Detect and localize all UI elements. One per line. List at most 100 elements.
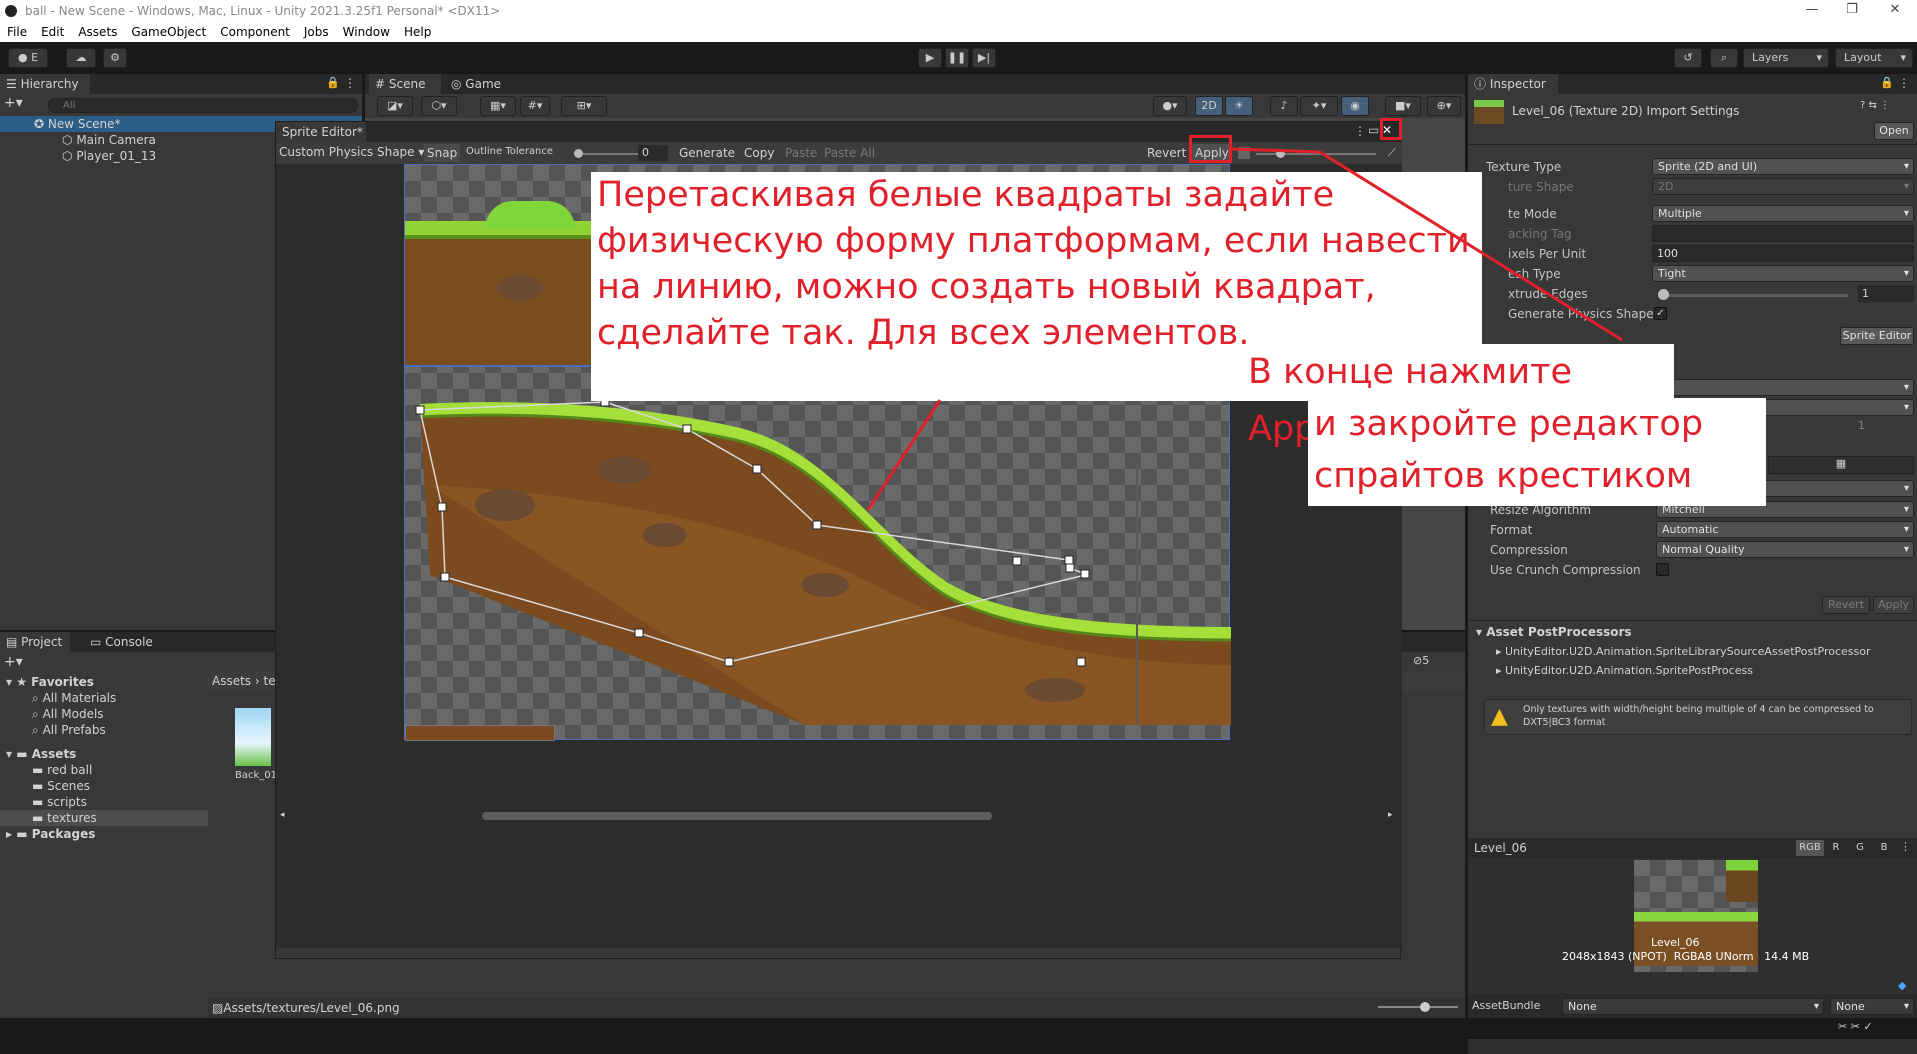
shading-icon[interactable]: ●▾ <box>1153 96 1187 116</box>
compression-dropdown[interactable]: Normal Quality <box>1656 541 1914 558</box>
more-icon[interactable]: ⋮ <box>1900 840 1911 853</box>
folder-item[interactable]: ▬ Scenes <box>0 778 208 794</box>
channel-r-button[interactable]: R <box>1826 840 1846 856</box>
outline-tolerance-input[interactable]: 0 <box>638 145 668 161</box>
history-icon[interactable]: ↺ <box>1674 48 1702 68</box>
scroll-right-icon[interactable]: ▸ <box>1388 810 1393 820</box>
assets-header[interactable]: ▾ ▬ Assets <box>0 746 208 762</box>
help-icon[interactable]: ? ⇆ ⋮ <box>1860 100 1890 111</box>
hierarchy-search-input[interactable]: All <box>48 98 358 113</box>
crunch-compression-checkbox[interactable] <box>1656 563 1669 576</box>
grid-snap-icon[interactable]: ▦▾ <box>480 96 516 116</box>
close-window-icon[interactable]: ✕ <box>1875 0 1915 22</box>
open-button[interactable]: Open <box>1874 122 1914 140</box>
audio-icon[interactable]: ♪ <box>1270 96 1298 116</box>
cube-icon[interactable]: ⬡▾ <box>421 96 457 116</box>
menu-window[interactable]: Window <box>336 25 397 39</box>
scroll-left-icon[interactable]: ◂ <box>280 810 285 820</box>
channel-g-button[interactable]: G <box>1850 840 1870 856</box>
layout-dropdown[interactable]: Layout ▾ <box>1835 48 1913 68</box>
label-tag-icon[interactable]: ◆ <box>1898 979 1906 992</box>
tab-console[interactable]: ▭ Console <box>84 632 164 652</box>
favorite-item[interactable]: ⌕ All Prefabs <box>0 722 208 738</box>
platform-tab-windows[interactable]: ▦ <box>1768 456 1914 474</box>
more-icon[interactable]: ⋮ <box>1898 76 1910 90</box>
inspector-apply-button[interactable]: Apply <box>1873 596 1914 614</box>
assetbundle-variant-dropdown[interactable]: None <box>1830 998 1914 1015</box>
maximize-icon[interactable]: ▭ <box>1368 123 1379 137</box>
search-icon[interactable]: ⌕ <box>1710 48 1738 68</box>
pause-button[interactable]: ❚❚ <box>945 48 969 68</box>
texture-shape-dropdown[interactable]: 2D <box>1652 178 1914 195</box>
visibility-icon[interactable]: ◉ <box>1341 96 1369 116</box>
lock-icon[interactable]: 🔒 <box>326 76 340 89</box>
tab-inspector[interactable]: ⓘ Inspector <box>1468 74 1558 94</box>
mode-dropdown[interactable]: Custom Physics Shape ▾ <box>276 143 427 161</box>
play-button[interactable]: ▶ <box>918 48 942 68</box>
breadcrumb-assets[interactable]: Assets <box>212 674 251 688</box>
snap-toggle[interactable]: Snap <box>424 144 461 162</box>
zoom-slider-handle[interactable] <box>1276 149 1285 158</box>
copy-button[interactable]: Copy <box>741 144 777 162</box>
pixels-per-unit-input[interactable]: 100 <box>1652 245 1914 262</box>
favorite-item[interactable]: ⌕ All Models <box>0 706 208 722</box>
zoom-slider[interactable] <box>1378 1006 1458 1008</box>
collab-icon[interactable]: ⚙ <box>103 48 127 68</box>
asset-thumbnail[interactable] <box>235 708 271 766</box>
increment-snap-icon[interactable]: ⊞▾ <box>561 96 607 116</box>
cloud-icon[interactable]: ☁ <box>66 48 96 68</box>
paste-all-button[interactable]: Paste All <box>821 144 878 162</box>
postprocessor-item[interactable]: ▸ UnityEditor.U2D.Animation.SpriteLibrar… <box>1496 645 1871 658</box>
more-icon[interactable]: ⋮ <box>344 76 356 90</box>
tab-hierarchy[interactable]: ☰ Hierarchy <box>0 74 90 94</box>
status-icons[interactable]: ✂ ✂ ✓ <box>1838 1020 1873 1033</box>
camera-icon[interactable]: ■▾ <box>1385 96 1421 116</box>
extrude-edges-handle[interactable] <box>1658 289 1669 300</box>
horizontal-scrollbar[interactable] <box>482 812 992 820</box>
project-add-button[interactable]: +▾ <box>4 654 23 670</box>
menu-edit[interactable]: Edit <box>34 25 71 39</box>
outline-tolerance-handle[interactable] <box>574 149 583 158</box>
favorite-item[interactable]: ⌕ All Materials <box>0 690 208 706</box>
folder-item-selected[interactable]: ▬ textures <box>0 810 208 826</box>
menu-help[interactable]: Help <box>397 25 438 39</box>
paste-button[interactable]: Paste <box>782 144 820 162</box>
gizmo-draw-icon[interactable]: ◪▾ <box>377 96 413 116</box>
vertical-scrollbar[interactable] <box>1136 464 1138 724</box>
restore-icon[interactable]: ❐ <box>1832 0 1872 22</box>
inspector-revert-button[interactable]: Revert <box>1822 596 1870 614</box>
zoom-slider-handle[interactable] <box>1420 1002 1430 1012</box>
packing-tag-input[interactable] <box>1652 225 1914 242</box>
tab-project[interactable]: ▤ Project <box>0 632 70 652</box>
lock-icon[interactable]: 🔒 <box>1880 76 1894 89</box>
grid-icon[interactable]: #▾ <box>520 96 550 116</box>
texture-type-dropdown[interactable]: Sprite (2D and UI) <box>1652 158 1914 175</box>
layers-dropdown[interactable]: Layers ▾ <box>1743 48 1829 68</box>
hidden-dropdown-1[interactable] <box>1656 379 1914 396</box>
folder-item[interactable]: ▬ red ball <box>0 762 208 778</box>
revert-button[interactable]: Revert <box>1144 144 1189 162</box>
favorites-header[interactable]: ▾ ★ Favorites <box>0 674 208 690</box>
toggle-2d-button[interactable]: 2D <box>1195 96 1223 116</box>
generate-physics-shape-checkbox[interactable]: ✓ <box>1654 307 1667 320</box>
channel-rgb-button[interactable]: RGB <box>1796 840 1824 856</box>
tab-game[interactable]: ◎ Game <box>445 74 505 94</box>
alpha-icon[interactable]: ⟋ <box>1388 146 1396 160</box>
postprocessors-header[interactable]: ▾ Asset PostProcessors <box>1476 625 1632 639</box>
folder-item[interactable]: ▬ scripts <box>0 794 208 810</box>
texture-toggle-icon[interactable] <box>1238 147 1250 159</box>
postprocessor-item[interactable]: ▸ UnityEditor.U2D.Animation.SpritePostPr… <box>1496 664 1753 677</box>
assetbundle-dropdown[interactable]: None <box>1562 998 1824 1015</box>
sprite-editor-button[interactable]: Sprite Editor <box>1840 327 1914 345</box>
minimize-icon[interactable]: — <box>1792 0 1832 22</box>
extrude-edges-slider[interactable] <box>1658 294 1848 297</box>
more-icon[interactable]: ⋮ <box>1354 124 1366 138</box>
gizmos-icon[interactable]: ⊕▾ <box>1427 96 1461 116</box>
effects-icon[interactable]: ✦▾ <box>1300 96 1338 116</box>
packages-header[interactable]: ▸ ▬ Packages <box>0 826 208 842</box>
lighting-icon[interactable]: ☀ <box>1225 96 1253 116</box>
step-button[interactable]: ▶| <box>972 48 996 68</box>
menu-component[interactable]: Component <box>213 25 297 39</box>
account-button[interactable]: ● E <box>8 48 48 68</box>
generate-button[interactable]: Generate <box>676 144 738 162</box>
